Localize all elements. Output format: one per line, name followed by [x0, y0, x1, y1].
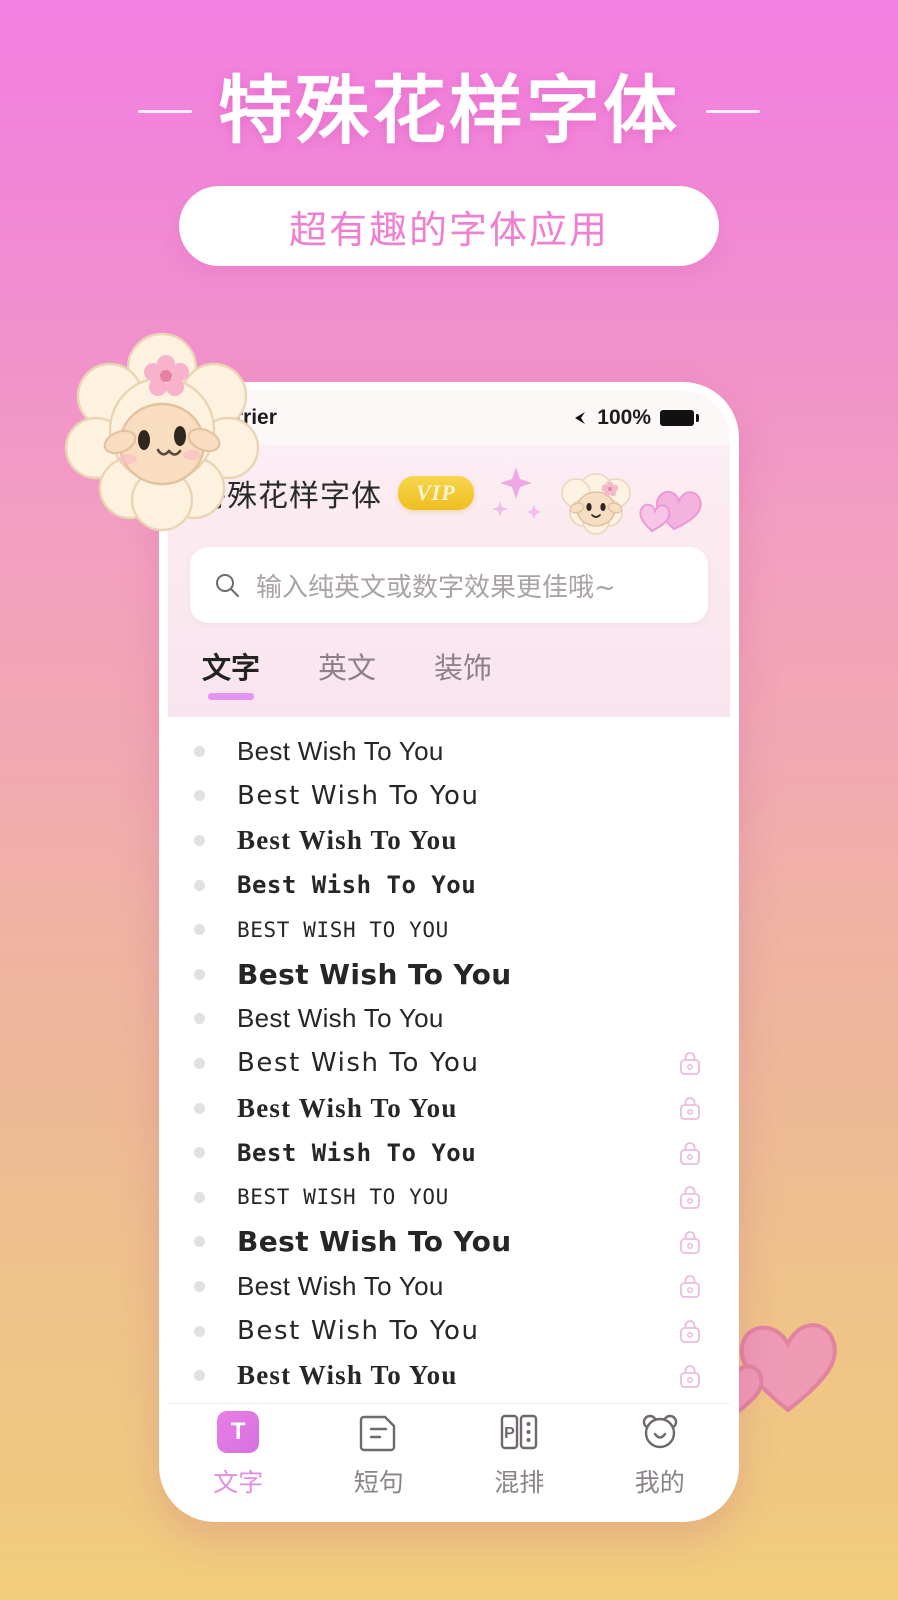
- search-section: 输入纯英文或数字效果更佳哦~: [168, 541, 730, 639]
- search-icon: [216, 574, 239, 597]
- search-placeholder: 输入纯英文或数字效果更佳哦~: [256, 572, 616, 603]
- lock-icon[interactable]: [678, 1140, 702, 1166]
- font-style-row[interactable]: Best Wish To You: [168, 774, 730, 819]
- font-sample-text: BEST WISH TO YOU: [237, 917, 449, 942]
- promo-title-row: 特殊花样字体: [0, 0, 898, 148]
- lock-icon[interactable]: [678, 1318, 702, 1344]
- bottom-navigation: T 文字 短句 P 混排 我的: [168, 1403, 730, 1513]
- font-sample-text: Best Wish To You: [237, 1270, 444, 1301]
- lock-icon[interactable]: [678, 1363, 702, 1389]
- nav-item-duanju[interactable]: 短句: [324, 1409, 434, 1499]
- phone-screen: Carrier 100% 特殊花样字体 VIP 输入纯英文或数字效果更佳哦~ 文…: [168, 391, 730, 1513]
- font-style-row[interactable]: Best Wish To You: [168, 1220, 730, 1265]
- vip-badge[interactable]: VIP: [398, 476, 474, 510]
- bullet-dot-icon: [194, 834, 205, 846]
- font-style-row[interactable]: Best Wish To You: [168, 1086, 730, 1131]
- category-tabs: 文字 英文 装饰: [168, 639, 730, 717]
- status-right-group: 100%: [572, 406, 699, 430]
- font-sample-text: Best Wish To You: [237, 824, 458, 855]
- search-input[interactable]: 输入纯英文或数字效果更佳哦~: [190, 547, 708, 623]
- lock-icon[interactable]: [678, 1229, 702, 1255]
- nav-label: 文字: [213, 1467, 264, 1497]
- nav-label: 混排: [494, 1467, 545, 1497]
- nav-label: 短句: [353, 1467, 404, 1497]
- tab-label: 英文: [318, 651, 377, 685]
- font-sample-text: Best Wish To You: [237, 1225, 512, 1259]
- bullet-dot-icon: [194, 1325, 205, 1337]
- bullet-dot-icon: [194, 1191, 205, 1203]
- nav-item-wenzi[interactable]: T 文字: [183, 1409, 293, 1499]
- location-arrow-icon: [575, 412, 586, 424]
- tab-yingwen[interactable]: 英文: [318, 645, 376, 700]
- sparkle-icon: [492, 467, 541, 519]
- bullet-dot-icon: [194, 924, 205, 936]
- font-sample-text: Best Wish To You: [237, 1316, 480, 1347]
- page-title: 特殊花样字体: [218, 68, 680, 154]
- lock-icon[interactable]: [678, 1184, 702, 1210]
- font-style-row[interactable]: Best Wish To You: [168, 863, 730, 908]
- bullet-dot-icon: [194, 1236, 205, 1248]
- bullet-dot-icon: [194, 1370, 205, 1382]
- text-tile-icon: T: [215, 1409, 261, 1455]
- font-style-row[interactable]: Best Wish To You: [168, 818, 730, 863]
- font-style-row[interactable]: Best Wish To You: [168, 1041, 730, 1086]
- promo-subtitle: 超有趣的字体应用: [288, 207, 609, 252]
- sheep-mascot-large-icon: [64, 332, 260, 532]
- battery-percent-label: 100%: [597, 406, 651, 429]
- tab-zhuangshi[interactable]: 装饰: [434, 645, 492, 700]
- bullet-dot-icon: [194, 968, 205, 980]
- tab-label: 文字: [202, 651, 261, 685]
- font-style-list[interactable]: Best Wish To You Best Wish To You Best Wis…: [168, 717, 730, 1403]
- phone-mockup: Carrier 100% 特殊花样字体 VIP 输入纯英文或数字效果更佳哦~ 文…: [159, 382, 739, 1522]
- title-dash-right-icon: [706, 109, 760, 113]
- sheep-mascot-icon: [561, 473, 631, 535]
- bullet-dot-icon: [194, 879, 205, 891]
- bullet-dot-icon: [194, 745, 205, 757]
- font-style-row[interactable]: BEST WISH TO YOU: [168, 907, 730, 952]
- nav-item-hunpai[interactable]: P 混排: [464, 1409, 574, 1499]
- promo-subtitle-pill: 超有趣的字体应用: [179, 186, 719, 266]
- bullet-dot-icon: [194, 1280, 205, 1292]
- document-icon: [359, 1415, 395, 1451]
- font-style-row[interactable]: Best Wish To You: [168, 1130, 730, 1175]
- font-style-row[interactable]: Best Wish To You: [168, 997, 730, 1042]
- nav-item-wode[interactable]: 我的: [605, 1409, 715, 1499]
- font-style-row[interactable]: Best Wish To You: [168, 1353, 730, 1398]
- tab-wenzi[interactable]: 文字: [202, 645, 260, 700]
- promo-banner: 特殊花样字体 超有趣的字体应用: [0, 0, 898, 320]
- nav-label: 我的: [634, 1467, 685, 1497]
- title-dash-left-icon: [138, 109, 192, 113]
- tab-active-underline: [208, 693, 254, 700]
- font-style-row[interactable]: Best Wish To You: [168, 1309, 730, 1354]
- header-decorations: [492, 467, 702, 535]
- font-sample-text: Best Wish To You: [237, 735, 444, 766]
- font-sample-text: Best Wish To You: [237, 1360, 458, 1391]
- bullet-dot-icon: [194, 1057, 205, 1069]
- lock-icon[interactable]: [678, 1273, 702, 1299]
- lock-icon[interactable]: [678, 1095, 702, 1121]
- bullet-dot-icon: [194, 1147, 205, 1159]
- font-style-row[interactable]: BEST WISH TO YOU: [168, 1175, 730, 1220]
- svg-text:P: P: [504, 1425, 515, 1442]
- lock-icon[interactable]: [678, 1050, 702, 1076]
- font-sample-text: Best Wish To You: [237, 957, 512, 991]
- heart-icon: [639, 490, 702, 533]
- battery-full-icon: [660, 410, 699, 426]
- bullet-dot-icon: [194, 1013, 205, 1025]
- font-sample-text: Best Wish To You: [237, 1048, 480, 1079]
- tab-label: 装饰: [434, 651, 493, 685]
- font-style-row[interactable]: Best Wish To You: [168, 952, 730, 997]
- font-sample-text: Best Wish To You: [237, 1092, 458, 1123]
- bear-face-icon: [642, 1414, 677, 1448]
- font-sample-text: BEST WISH TO YOU: [237, 1185, 449, 1210]
- bullet-dot-icon: [194, 1102, 205, 1114]
- font-style-row[interactable]: Best Wish To You: [168, 729, 730, 774]
- font-sample-text: Best Wish To You: [237, 871, 477, 900]
- font-sample-text: Best Wish To You: [237, 1003, 444, 1034]
- font-sample-text: Best Wish To You: [237, 1138, 477, 1167]
- font-sample-text: Best Wish To You: [237, 780, 480, 811]
- font-style-row[interactable]: Best Wish To You: [168, 1264, 730, 1309]
- bullet-dot-icon: [194, 790, 205, 802]
- layout-mix-icon: P: [501, 1414, 538, 1449]
